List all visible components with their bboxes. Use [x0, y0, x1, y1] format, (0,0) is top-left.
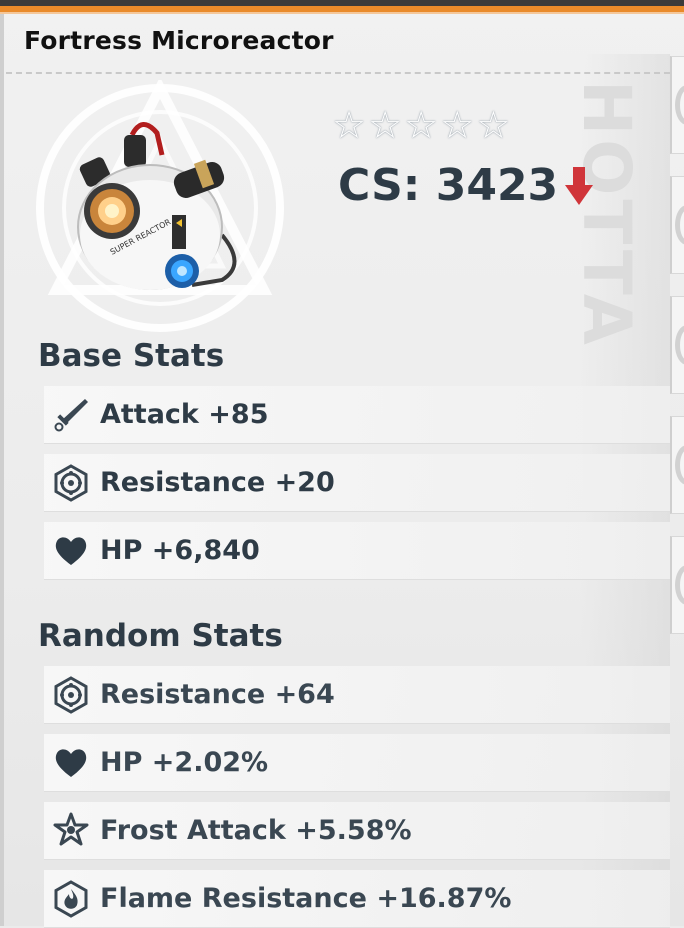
item-name: Fortress Microreactor — [24, 26, 334, 55]
star-icon: ☆ — [404, 103, 439, 147]
title-divider — [6, 72, 670, 74]
side-tab-2[interactable] — [670, 176, 684, 274]
rarity-stars: ☆ ☆ ☆ ☆ ☆ — [332, 106, 510, 144]
combat-score: CS: 3423 — [338, 160, 594, 211]
random-stats-title: Random Stats — [38, 618, 283, 654]
flame-icon — [54, 879, 88, 918]
stat-text: Resistance +64 — [100, 679, 335, 710]
resistance-icon — [54, 675, 88, 714]
stat-text: Flame Resistance +16.87% — [100, 883, 512, 914]
random-stat-row: Resistance +64 — [44, 666, 670, 724]
side-tab-4[interactable] — [670, 416, 684, 514]
side-tab-1[interactable] — [670, 56, 684, 154]
arrow-down-icon — [565, 166, 594, 205]
resistance-icon — [54, 463, 88, 502]
stat-text: HP +2.02% — [100, 747, 269, 778]
random-stat-row: Frost Attack +5.58% — [44, 802, 670, 860]
base-stat-row: HP +6,840 — [44, 522, 670, 580]
side-tab-5[interactable] — [670, 536, 684, 634]
stat-text: Attack +85 — [100, 399, 269, 430]
random-stat-row: Flame Resistance +16.87% — [44, 870, 670, 928]
base-stat-row: Resistance +20 — [44, 454, 670, 512]
combat-score-value: CS: 3423 — [338, 160, 559, 211]
top-accent-bar — [0, 0, 684, 14]
stat-text: Frost Attack +5.58% — [100, 815, 412, 846]
star-icon: ☆ — [476, 103, 511, 147]
heart-icon — [55, 536, 87, 565]
base-stats-title: Base Stats — [38, 338, 225, 374]
star-icon: ☆ — [440, 103, 475, 147]
sword-icon — [54, 398, 88, 431]
heart-icon — [55, 748, 87, 777]
frost-icon — [53, 812, 89, 845]
star-icon: ☆ — [368, 103, 403, 147]
stat-text: HP +6,840 — [100, 535, 260, 566]
side-tab-3[interactable] — [670, 296, 684, 394]
base-stat-row: Attack +85 — [44, 386, 670, 444]
star-icon: ☆ — [332, 103, 367, 147]
microreactor-image: SUPER REACTOR — [77, 122, 237, 290]
random-stat-row: HP +2.02% — [44, 734, 670, 792]
stat-text: Resistance +20 — [100, 467, 335, 498]
